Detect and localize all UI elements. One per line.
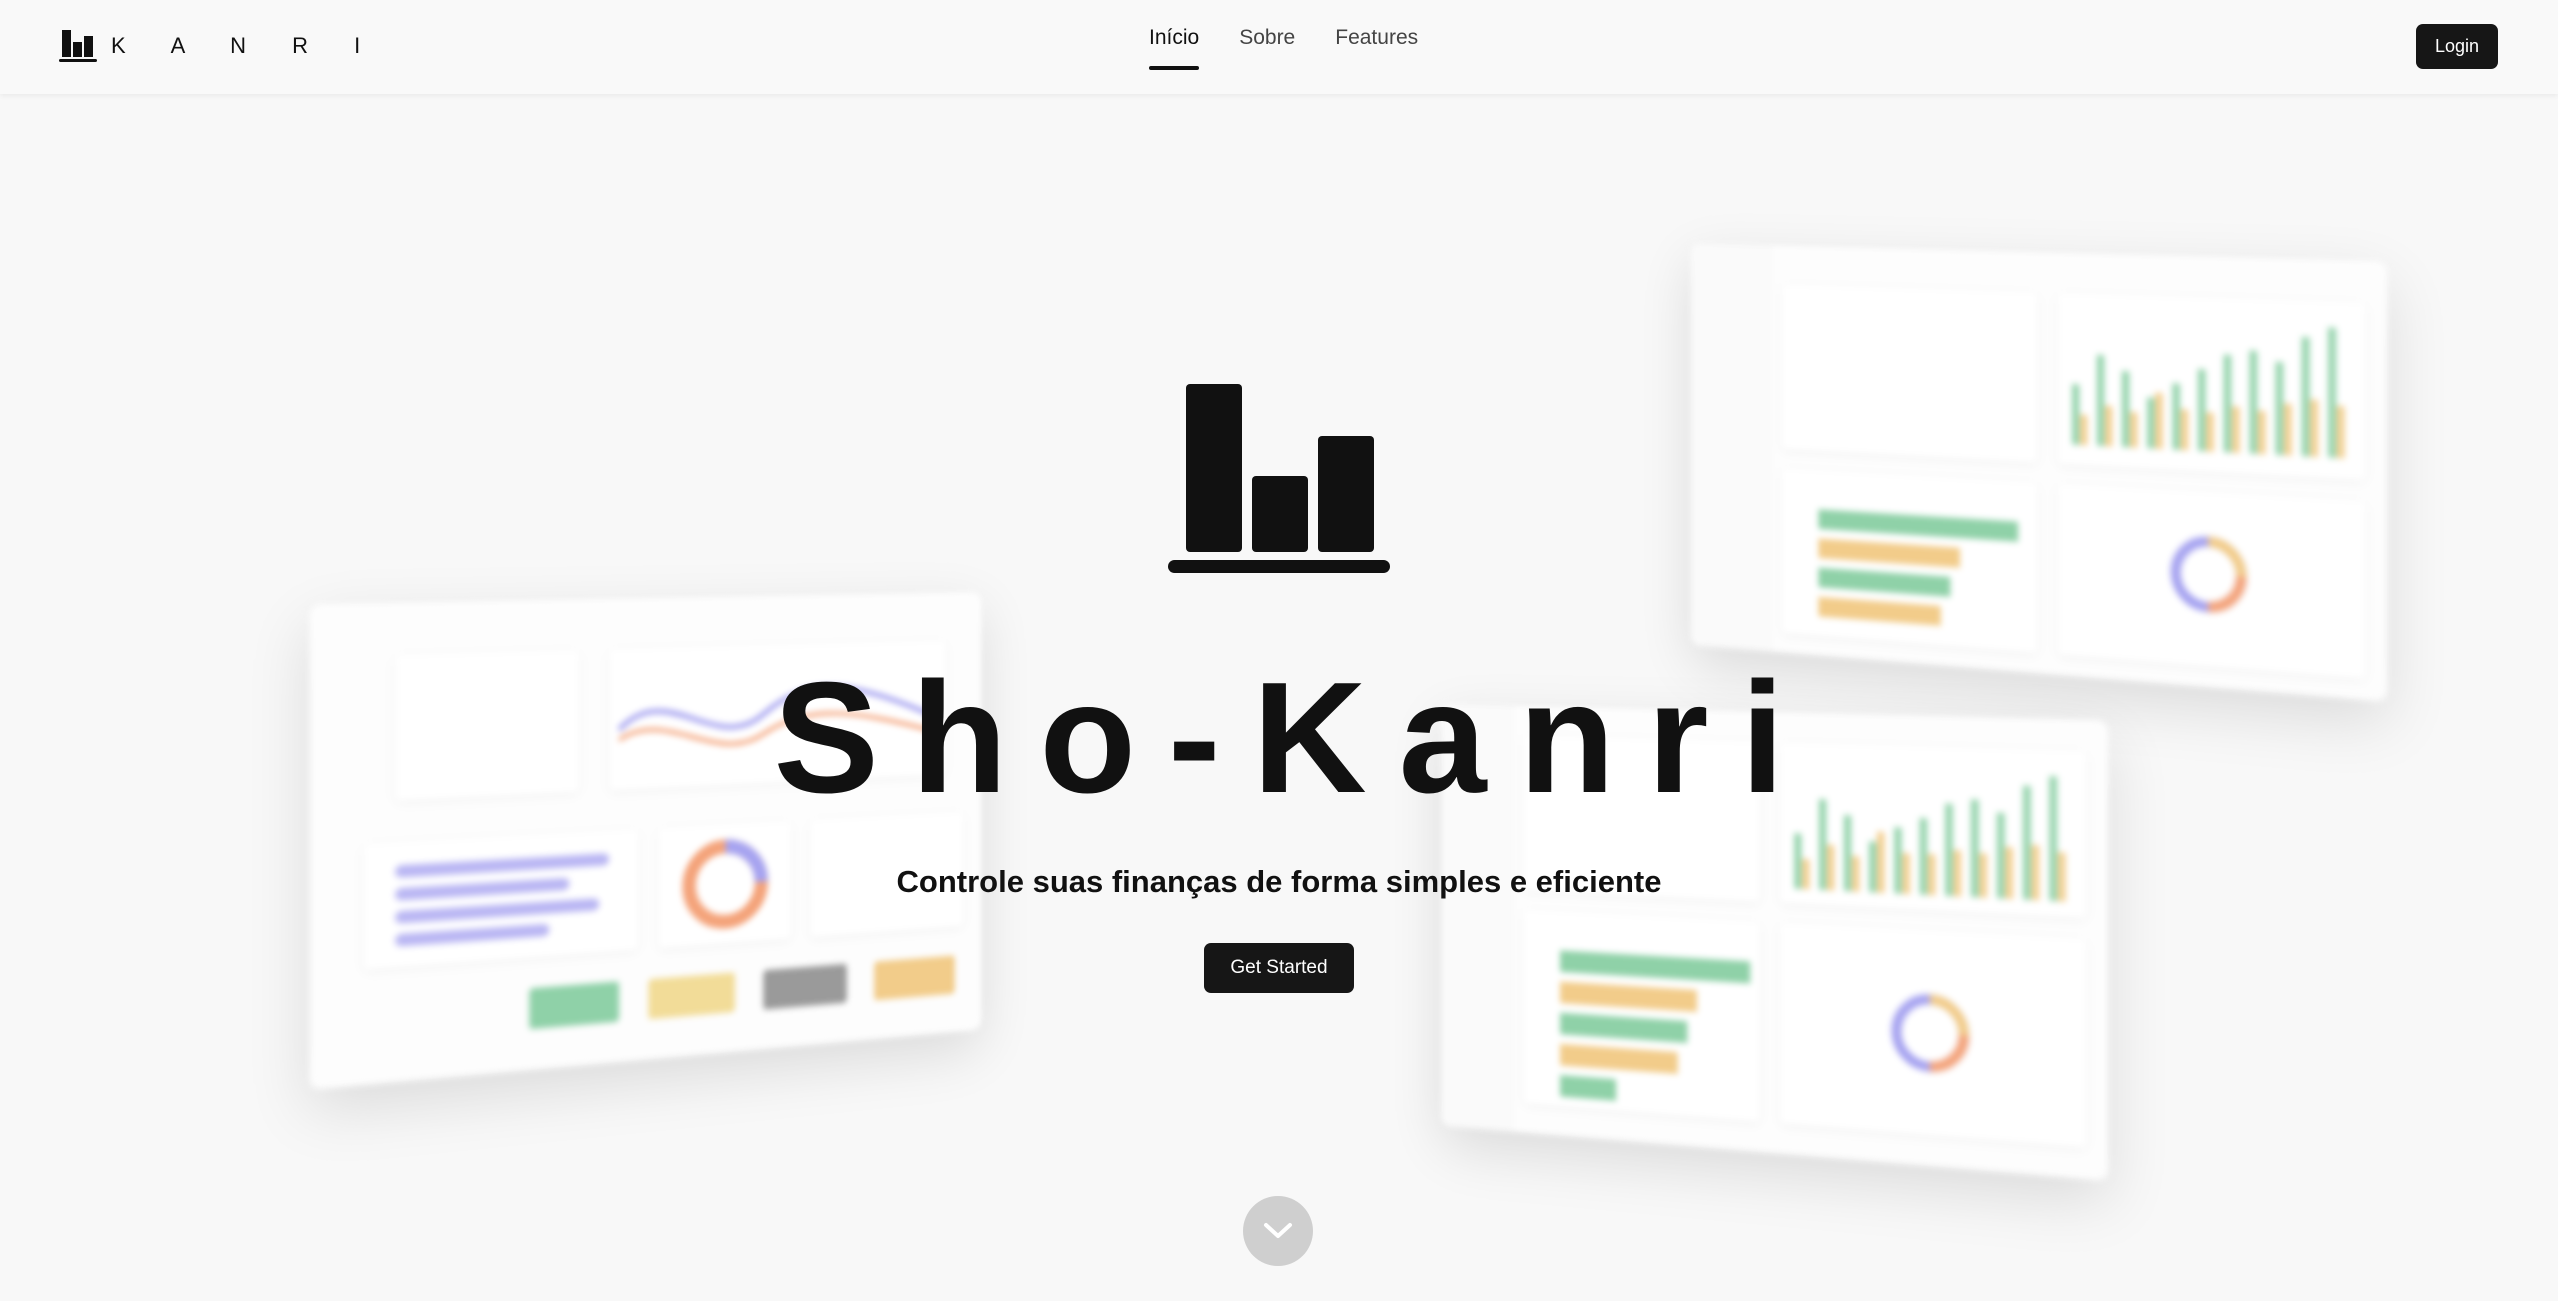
nav-link-features[interactable]: Features <box>1335 26 1418 70</box>
dashboard-preview-top-right <box>1691 243 2388 702</box>
nav-link-inicio[interactable]: Início <box>1149 26 1200 70</box>
brand[interactable]: K A N R I <box>59 28 380 64</box>
hero-title: Sho-Kanri <box>773 650 1817 826</box>
kanri-logo-icon <box>59 30 97 62</box>
get-started-button[interactable]: Get Started <box>1204 943 1354 993</box>
scroll-down-button[interactable] <box>1243 1196 1313 1266</box>
chevron-down-icon <box>1264 1223 1292 1238</box>
top-navbar: K A N R I Início Sobre Features Login <box>0 0 2558 94</box>
nav-link-sobre[interactable]: Sobre <box>1239 26 1295 70</box>
main-nav: Início Sobre Features <box>1149 26 1418 70</box>
brand-name: K A N R I <box>111 33 381 58</box>
bar-chart-logo-icon <box>1168 384 1390 573</box>
hero-subtitle: Controle suas finanças de forma simples … <box>896 864 1662 899</box>
login-button[interactable]: Login <box>2416 24 2498 69</box>
